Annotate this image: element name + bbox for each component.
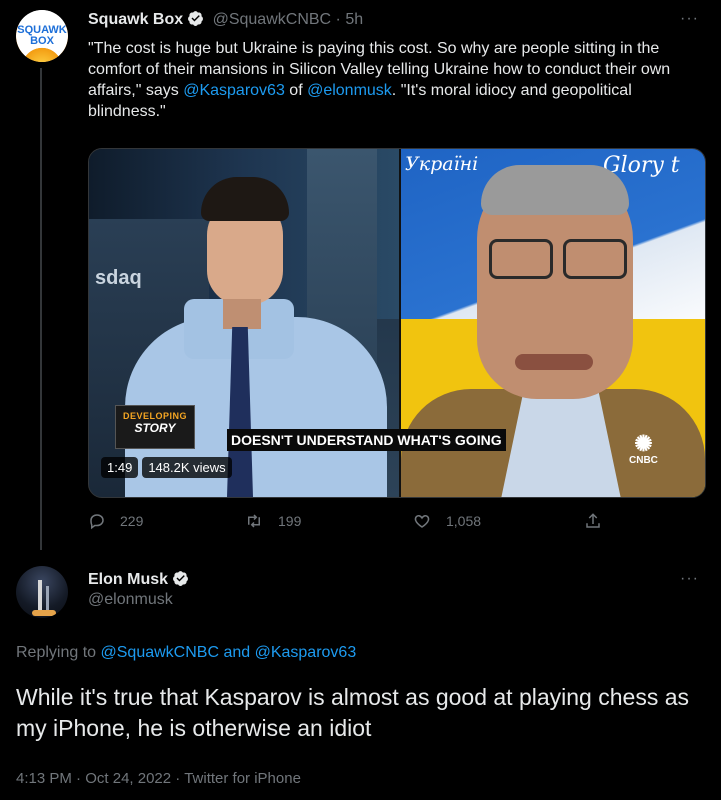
developing-story-badge: DEVELOPING STORY: [115, 405, 195, 449]
tweet-text-part: of: [284, 82, 308, 99]
reply-icon: [90, 514, 104, 530]
retweet-count: 199: [278, 513, 302, 529]
cnbc-logo-text: CNBC: [629, 455, 658, 466]
replying-to: Replying to @SquawkCNBC and @Kasparov63: [16, 644, 356, 662]
mention-kasparov-link[interactable]: @Kasparov63: [183, 82, 285, 99]
tweet-text: "The cost is huge but Ukraine is paying …: [88, 38, 688, 122]
meta-dot: ·: [71, 770, 86, 787]
elon-musk-avatar[interactable]: [16, 566, 68, 618]
sign-text-ukraine: Україні: [405, 153, 479, 175]
replying-to-kasparov-link[interactable]: @Kasparov63: [255, 644, 357, 661]
peacock-icon: ✺: [634, 431, 653, 456]
tweet2-date[interactable]: Oct 24, 2022: [85, 770, 171, 787]
more-options-icon[interactable]: ···: [680, 570, 699, 588]
tweet-actions: 229 199 1,058: [88, 512, 708, 536]
replying-prefix: Replying to: [16, 644, 101, 661]
verified-icon: [173, 571, 188, 586]
meta-dot: ·: [171, 770, 185, 787]
reply-button[interactable]: 229: [88, 512, 143, 530]
heart-icon: [414, 514, 430, 528]
reply-tweet-text: While it's true that Kasparov is almost …: [16, 684, 689, 741]
share-button[interactable]: [584, 512, 602, 535]
more-options-icon[interactable]: ···: [680, 10, 699, 28]
squawk-box-avatar[interactable]: SQUAWK BOX: [16, 10, 68, 62]
tweet2-source[interactable]: Twitter for iPhone: [184, 770, 301, 787]
author-handle[interactable]: @elonmusk: [88, 591, 189, 609]
like-button[interactable]: 1,058: [412, 512, 481, 530]
author-handle[interactable]: @SquawkCNBC: [213, 11, 332, 28]
author-name[interactable]: Elon Musk: [88, 571, 168, 588]
retweet-icon: [248, 514, 260, 528]
avatar-text-line2: BOX: [30, 35, 54, 47]
reply-count: 229: [120, 513, 144, 529]
verified-icon: [188, 11, 204, 26]
video-duration: 1:49: [101, 457, 139, 478]
tweet-time[interactable]: 5h: [345, 11, 363, 28]
badge-line1: DEVELOPING: [122, 411, 187, 421]
cnbc-logo: ✺ CNBC: [629, 431, 658, 467]
video-caption: DOESN'T UNDERSTAND WHAT'S GOING: [227, 429, 506, 451]
video-meta: 1:49 148.2K views: [101, 457, 232, 478]
replying-to-squawkcnbc-link[interactable]: @SquawkCNBC: [101, 644, 220, 661]
separator-dot: ·: [335, 11, 341, 28]
tweet-header: Squawk Box @SquawkCNBC · 5h: [88, 10, 363, 29]
video-views: 148.2K views: [142, 457, 232, 478]
badge-line2: STORY: [134, 421, 176, 435]
author-name[interactable]: Squawk Box: [88, 11, 183, 28]
tweet2-header: Elon Musk @elonmusk: [88, 570, 189, 609]
tweet2-time[interactable]: 4:13 PM: [16, 770, 72, 787]
retweet-button[interactable]: 199: [244, 512, 301, 530]
like-count: 1,058: [446, 513, 482, 529]
video-player[interactable]: sdaq DEVELOPING STORY Україні Glory t ✺ …: [88, 148, 706, 498]
share-icon: [586, 513, 600, 528]
mention-elonmusk-link[interactable]: @elonmusk: [307, 82, 392, 99]
nasdaq-backdrop-text: sdaq: [95, 267, 142, 289]
replying-and: and: [219, 644, 255, 661]
tweet2-meta: 4:13 PM · Oct 24, 2022 · Twitter for iPh…: [16, 770, 301, 787]
thread-line: [40, 68, 42, 550]
